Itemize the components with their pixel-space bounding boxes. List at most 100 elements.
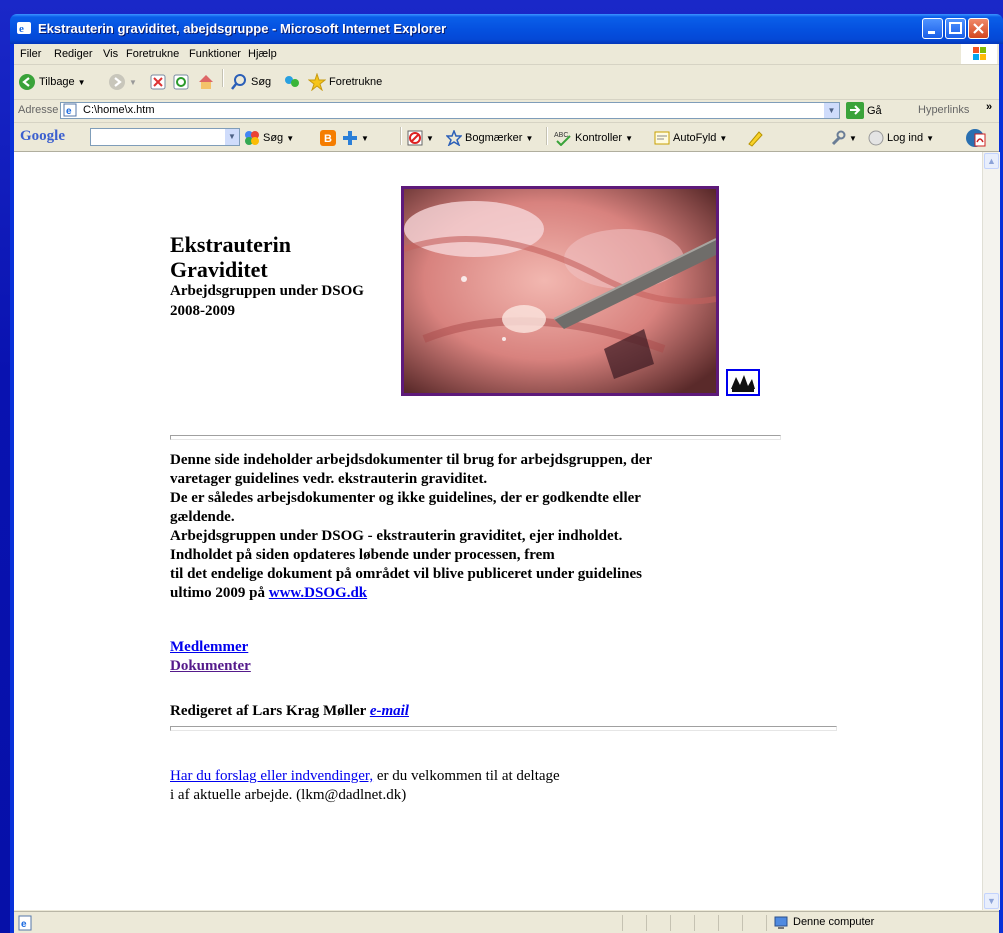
window-title: Ekstrauterin graviditet, abejdsgruppe - … <box>38 21 447 36</box>
login-circle-icon <box>868 130 884 146</box>
svg-text:ABC: ABC <box>554 132 568 139</box>
search-button[interactable]: Søg <box>230 73 271 91</box>
menu-edit[interactable]: Rediger <box>54 48 93 60</box>
forward-arrow-icon <box>109 74 125 90</box>
favorites-button[interactable]: Foretrukne <box>308 73 382 91</box>
windows-logo-icon <box>961 44 997 64</box>
address-bar: Adresse e C:\home\x.htm ▼ Gå Hyperlinks … <box>14 100 999 123</box>
refresh-button[interactable] <box>173 74 189 90</box>
bookmarks-button[interactable]: Bogmærker ▼ <box>446 130 533 146</box>
autofill-label: AutoFyld <box>673 132 717 144</box>
footer-line-1: Har du forslag eller indvendinger, er du… <box>170 768 560 784</box>
blogger-icon: B <box>320 130 336 146</box>
maximize-button[interactable] <box>945 18 966 39</box>
wrench-icon <box>831 130 846 146</box>
page-icon: e <box>63 103 77 117</box>
pdf-icon <box>966 129 986 147</box>
forward-button[interactable]: ▼ <box>108 73 137 91</box>
back-button[interactable]: Tilbage ▼ <box>18 73 86 91</box>
forward-dropdown-icon[interactable]: ▼ <box>129 78 137 87</box>
scroll-up-icon[interactable]: ▲ <box>984 153 999 169</box>
status-bar: e Denne computer <box>14 911 999 933</box>
blogger-button[interactable]: B <box>320 130 336 146</box>
page-status-icon: e <box>18 915 32 931</box>
home-icon <box>199 75 213 89</box>
google-dropdown-icon[interactable]: ▼ <box>225 129 239 145</box>
minimize-icon <box>928 31 935 34</box>
autofill-icon <box>654 131 670 145</box>
small-logo-image[interactable] <box>726 369 760 396</box>
address-label: Adresse <box>18 104 59 116</box>
vertical-scrollbar[interactable]: ▲ ▼ <box>982 152 1000 910</box>
messenger-icon <box>285 76 299 87</box>
dsog-link[interactable]: www.DSOG.dk <box>269 585 367 601</box>
home-button[interactable] <box>197 73 215 91</box>
ie-logo-icon: e <box>17 22 31 35</box>
login-label: Log ind <box>887 132 924 144</box>
members-link[interactable]: Medlemmer <box>170 639 248 655</box>
back-dropdown-icon[interactable]: ▼ <box>78 78 86 87</box>
email-link[interactable]: e-mail <box>370 703 409 719</box>
intro-paragraph: Denne side indeholder arbejdsdokumenter … <box>170 452 653 601</box>
messenger-button[interactable] <box>282 73 302 91</box>
svg-text:e: e <box>21 919 27 930</box>
suggestions-link[interactable]: Har du forslag eller indvendinger, <box>170 768 373 784</box>
google-search-input[interactable]: ▼ <box>90 128 240 146</box>
svg-text:e: e <box>19 23 24 35</box>
back-label: Tilbage <box>39 76 75 88</box>
spellcheck-button[interactable]: ABC Kontroller ▼ <box>554 130 633 146</box>
maximize-icon <box>949 22 962 34</box>
menu-view[interactable]: Vis <box>103 48 118 60</box>
autofill-button[interactable]: AutoFyld ▼ <box>654 130 727 146</box>
google-search-label: Søg <box>263 132 284 144</box>
title-bar[interactable]: e Ekstrauterin graviditet, abejdsgruppe … <box>10 14 1003 44</box>
browser-window: e Ekstrauterin graviditet, abejdsgruppe … <box>10 14 1003 933</box>
browser-frame: Filer Rediger Vis Foretrukne Funktioner … <box>14 44 1000 933</box>
address-input[interactable]: e C:\home\x.htm ▼ <box>60 102 840 119</box>
refresh-icon <box>173 74 189 90</box>
stop-button[interactable] <box>150 74 166 90</box>
page-title: Ekstrauterin Graviditet <box>170 232 291 282</box>
scroll-down-icon[interactable]: ▼ <box>984 893 999 909</box>
footer-line-2: i af aktuelle arbejde. (lkm@dadlnet.dk) <box>170 787 407 803</box>
nav-links: Medlemmer Dokumenter <box>170 638 251 676</box>
favorites-label: Foretrukne <box>329 76 383 88</box>
settings-button[interactable]: ▼ <box>830 130 857 146</box>
svg-text:B: B <box>324 133 332 145</box>
hyperlinks-toolbar[interactable]: Hyperlinks <box>918 104 969 116</box>
page-subtitle: Arbejdsgruppen under DSOG <box>170 283 364 299</box>
laparoscopy-photo <box>401 186 719 396</box>
documents-link[interactable]: Dokumenter <box>170 658 251 674</box>
login-button[interactable]: Log ind ▼ <box>868 130 934 146</box>
minimize-button[interactable] <box>922 18 943 39</box>
plus-button[interactable]: ▼ <box>342 130 369 146</box>
popup-blocker-icon <box>407 130 423 146</box>
search-label: Søg <box>251 76 272 88</box>
menu-bar: Filer Rediger Vis Foretrukne Funktioner … <box>14 44 999 65</box>
plus-icon <box>343 131 357 145</box>
svg-text:e: e <box>66 106 72 117</box>
search-icon <box>231 74 246 90</box>
menu-file[interactable]: Filer <box>20 48 41 60</box>
spellcheck-label: Kontroller <box>575 132 623 144</box>
address-dropdown-icon[interactable]: ▼ <box>824 103 839 118</box>
google-search-button[interactable]: Søg ▼ <box>244 130 294 146</box>
chevron-right-icon[interactable]: » <box>986 101 992 113</box>
star-icon <box>308 73 326 91</box>
web-page: Ekstrauterin Graviditet Arbejdsgruppen un… <box>14 152 982 910</box>
divider-top <box>170 435 781 440</box>
close-button[interactable] <box>968 18 989 39</box>
divider-bottom <box>170 726 837 731</box>
bookmark-star-icon <box>446 130 462 146</box>
highlighter-icon <box>748 131 763 147</box>
menu-tools[interactable]: Funktioner <box>189 48 241 60</box>
menu-favorites[interactable]: Foretrukne <box>126 48 179 60</box>
go-button[interactable]: Gå <box>846 102 882 119</box>
menu-help[interactable]: Hjælp <box>248 48 277 60</box>
google-toolbar: Google ▼ Søg ▼ B ▼ ▼ Bogmærker ▼ ABC Kon… <box>14 123 999 152</box>
pdf-button[interactable] <box>966 127 988 149</box>
google-logo: Google <box>20 128 65 144</box>
computer-icon <box>774 916 788 929</box>
popup-blocker-button[interactable]: ▼ <box>407 130 434 146</box>
highlighter-button[interactable] <box>746 129 764 147</box>
